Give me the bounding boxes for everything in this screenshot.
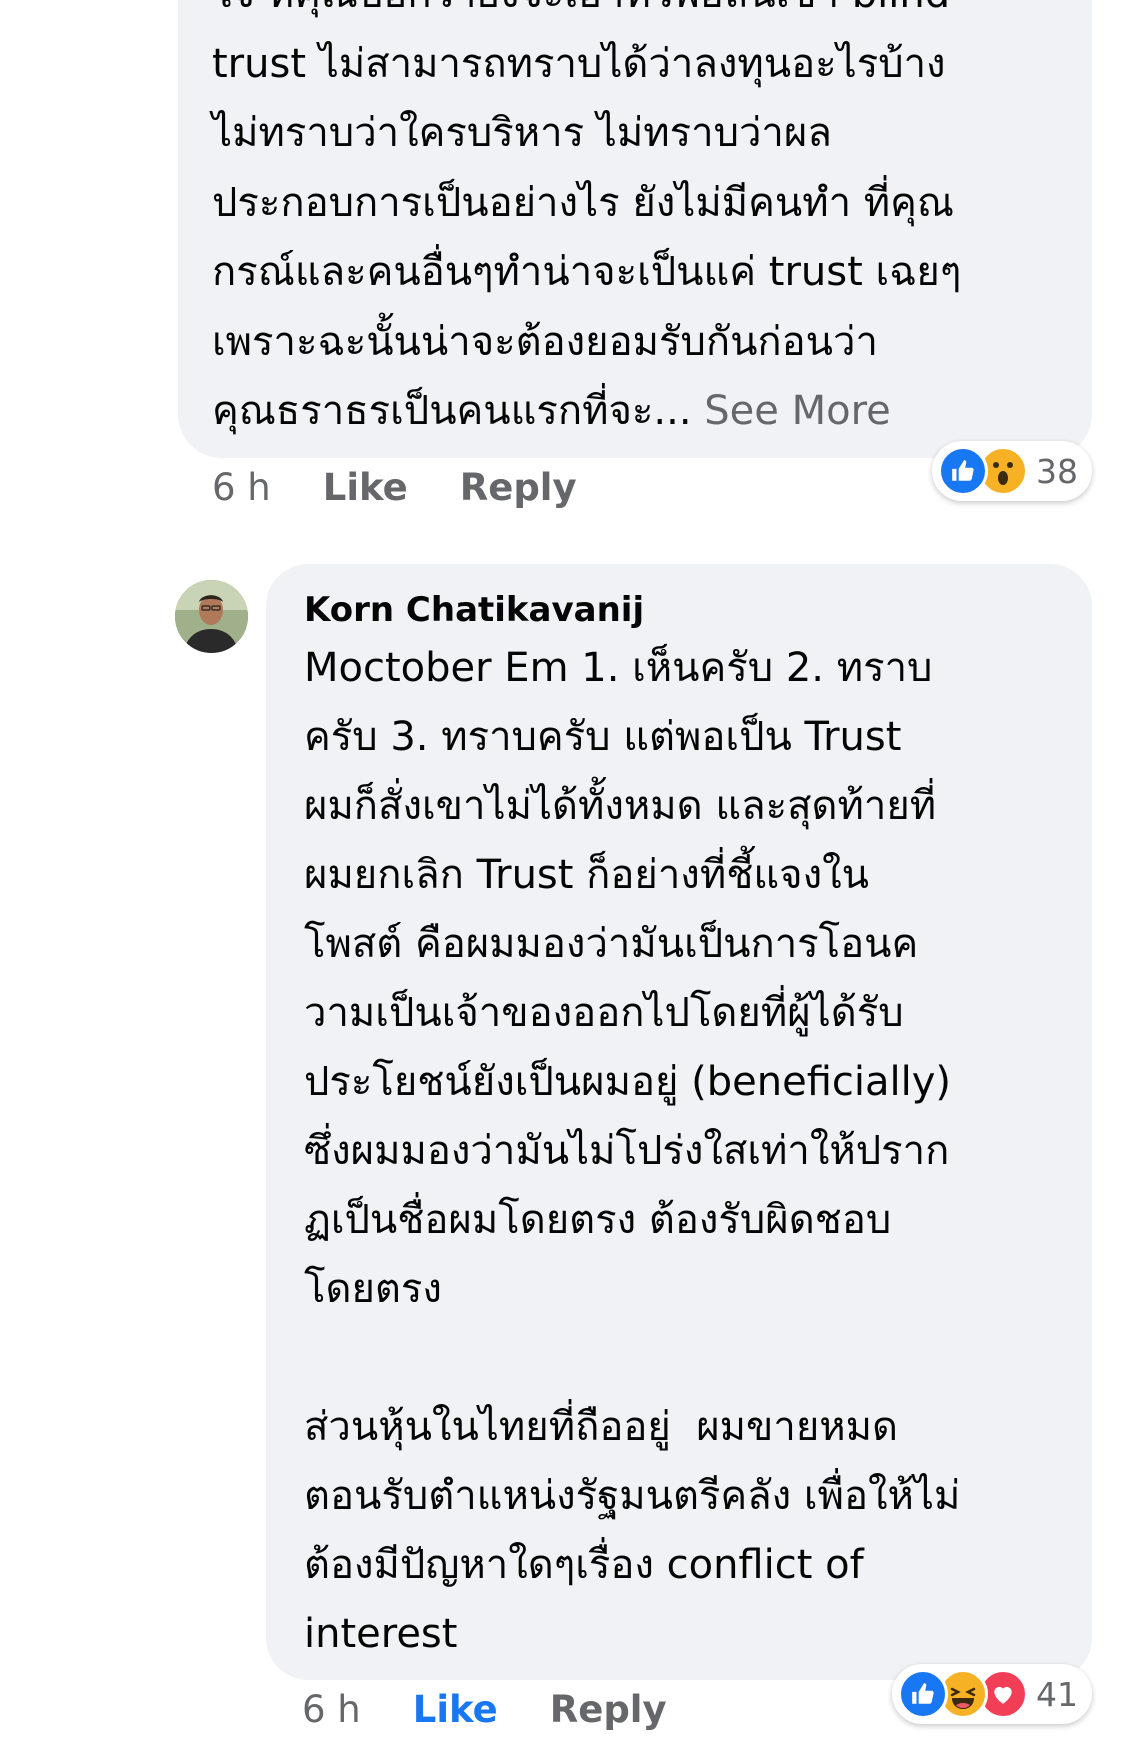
comment-text: Moctober Em 1. เห็นครับ 2. ทราบ ครับ 3. …	[304, 645, 961, 1657]
comment-actions: 6 h Like Reply	[302, 1688, 667, 1731]
comment-timestamp[interactable]: 6 h	[302, 1688, 361, 1731]
reply-button[interactable]: Reply	[550, 1688, 667, 1731]
reaction-summary[interactable]: 41	[892, 1664, 1092, 1724]
reaction-summary[interactable]: 38	[932, 441, 1092, 501]
like-icon	[938, 446, 988, 496]
comment-bubble: Korn Chatikavanij Moctober Em 1. เห็นครั…	[266, 564, 1092, 1680]
comment-bubble: ใจ ที่คุณบอกว่ายังจะเอาทั่วพอลินเข้า bli…	[178, 0, 1092, 458]
like-icon	[898, 1669, 948, 1719]
comment-thread: ใจ ที่คุณบอกว่ายังจะเอาทั่วพอลินเข้า bli…	[0, 0, 1125, 1750]
see-more-link[interactable]: See More	[704, 388, 890, 434]
reaction-count: 41	[1036, 1674, 1078, 1714]
avatar[interactable]	[175, 580, 248, 653]
like-button[interactable]: Like	[323, 466, 408, 509]
reply-button[interactable]: Reply	[460, 466, 577, 509]
reaction-count: 38	[1036, 451, 1078, 491]
comment-timestamp[interactable]: 6 h	[212, 466, 271, 509]
comment-author[interactable]: Korn Chatikavanij	[304, 586, 644, 634]
comment-text: ใจ ที่คุณบอกว่ายังจะเอาทั่วพอลินเข้า bli…	[212, 0, 962, 434]
like-button[interactable]: Like	[413, 1688, 498, 1731]
comment-actions: 6 h Like Reply	[212, 466, 577, 509]
